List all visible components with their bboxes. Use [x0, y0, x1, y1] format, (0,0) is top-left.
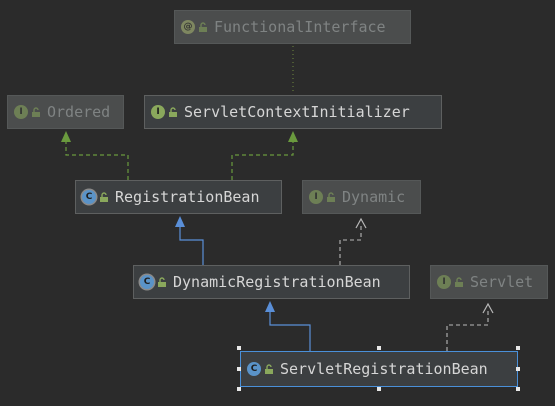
node-label: ServletRegistrationBean	[280, 360, 488, 378]
node-servlet-registration-bean[interactable]: C ServletRegistrationBean	[240, 351, 518, 387]
selection-handle-top-center[interactable]	[377, 346, 381, 350]
selection-handle-bottom-right[interactable]	[516, 387, 520, 391]
arrowhead-implements-servlet-context-initializer	[288, 131, 298, 142]
node-dynamic[interactable]: I Dynamic	[302, 180, 421, 214]
node-dynamic-registration-bean[interactable]: C DynamicRegistrationBean	[133, 265, 410, 299]
node-registration-bean[interactable]: C RegistrationBean	[75, 180, 282, 214]
node-label: FunctionalInterface	[214, 18, 386, 36]
unlock-icon	[264, 364, 274, 374]
uml-diagram-canvas: @ FunctionalInterface I Ordered I Servle…	[0, 0, 555, 406]
interface-icon: I	[309, 190, 323, 204]
class-icon: C	[247, 362, 261, 376]
node-label: ServletContextInitializer	[184, 103, 410, 121]
node-servlet[interactable]: I Servlet	[430, 265, 548, 299]
unlock-icon	[31, 107, 41, 117]
node-label: Ordered	[47, 103, 111, 121]
selection-handle-top-left[interactable]	[237, 346, 241, 350]
unlock-icon	[157, 277, 167, 287]
selection-handle-bottom-left[interactable]	[237, 387, 241, 391]
arrowhead-extends-registration-bean	[175, 216, 185, 227]
abstract-class-icon: C	[82, 190, 96, 204]
edge-extends-registration-bean	[179, 226, 204, 265]
node-label: Servlet	[470, 273, 534, 291]
unlock-icon	[454, 277, 464, 287]
edge-implements-ordered	[65, 141, 129, 180]
edge-implements-servlet-context-initializer	[231, 141, 294, 180]
unlock-icon	[168, 107, 178, 117]
arrowhead-extends-dynamic-registration-bean	[265, 301, 275, 312]
node-label: Dynamic	[342, 188, 406, 206]
unlock-icon	[326, 192, 336, 202]
node-servlet-context-initializer[interactable]: I ServletContextInitializer	[144, 95, 442, 129]
arrowhead-implements-ordered	[61, 131, 71, 142]
unlock-icon	[198, 22, 208, 32]
interface-icon: I	[437, 275, 451, 289]
abstract-class-icon: C	[140, 275, 154, 289]
node-label: RegistrationBean	[115, 188, 260, 206]
edge-extends-dynamic-registration-bean	[269, 311, 311, 351]
edge-implements-dynamic	[339, 224, 362, 265]
selection-handle-bottom-center[interactable]	[377, 387, 381, 391]
node-ordered[interactable]: I Ordered	[7, 95, 124, 129]
node-label: DynamicRegistrationBean	[173, 273, 381, 291]
edge-implements-servlet	[446, 309, 489, 351]
selection-handle-mid-right[interactable]	[516, 367, 520, 371]
annotation-icon: @	[181, 20, 195, 34]
unlock-icon	[99, 192, 109, 202]
interface-icon: I	[14, 105, 28, 119]
selection-handle-top-right[interactable]	[516, 346, 520, 350]
node-functional-interface[interactable]: @ FunctionalInterface	[174, 10, 411, 44]
interface-icon: I	[151, 105, 165, 119]
selection-handle-mid-left[interactable]	[237, 367, 241, 371]
